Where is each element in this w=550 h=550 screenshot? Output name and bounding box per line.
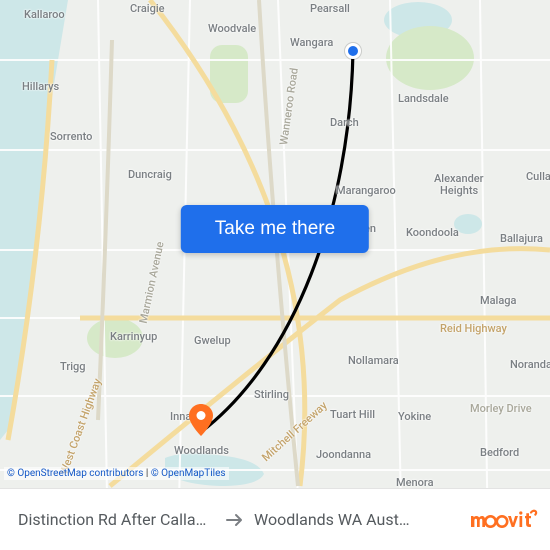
arrow-right-icon — [226, 513, 244, 527]
route-from-text: Distinction Rd After Callaw… — [18, 510, 216, 529]
moovit-logo[interactable] — [468, 508, 538, 532]
osm-attribution-link[interactable]: © OpenStreetMap contributors — [7, 468, 143, 479]
route-end-marker — [189, 404, 213, 436]
map-attribution: © OpenStreetMap contributors | © OpenMap… — [4, 467, 229, 480]
route-summary[interactable]: Distinction Rd After Callaw… Woodlands W… — [18, 510, 458, 529]
openmaptiles-attribution-link[interactable]: © OpenMapTiles — [151, 468, 226, 479]
route-bottom-bar: Distinction Rd After Callaw… Woodlands W… — [0, 488, 550, 550]
route-to-text: Woodlands WA Aust… — [254, 510, 410, 529]
take-me-there-button[interactable]: Take me there — [181, 205, 369, 253]
map-root: KallarooCraigiePearsallWoodvaleWangaraHi… — [0, 0, 550, 550]
route-start-marker — [345, 43, 361, 59]
